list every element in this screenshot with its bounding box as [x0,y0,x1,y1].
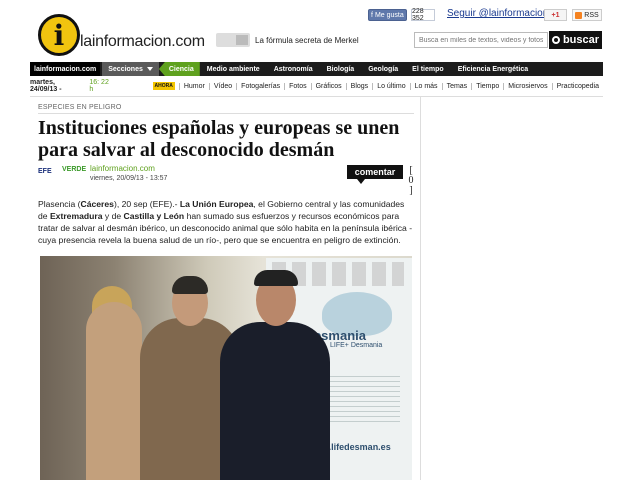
search-input[interactable] [414,32,548,48]
facebook-like-count: 228 352 [411,8,435,22]
nav-home[interactable]: lainformacion.com [30,62,101,76]
article-photo[interactable]: desmania LIFE+ Desmania www.lifedesman.e… [40,256,412,480]
sub-nav-item[interactable]: Temas [441,82,472,90]
body-bold: Extremadura [49,211,103,221]
site-logo-text[interactable]: lainformacion.com [80,33,205,51]
google-plus-button[interactable]: +1 [544,9,567,21]
sub-nav-item[interactable]: Fotos [284,82,311,90]
search-button-label: buscar [562,34,600,46]
sub-nav-item[interactable]: Lo último [372,82,409,90]
sub-nav-item[interactable]: Microsiervos [503,82,551,90]
person-man-center-hair [172,276,208,294]
search-button[interactable]: buscar [549,31,602,49]
kicker-divider [38,113,414,114]
header-divider [30,96,603,97]
sub-nav-item[interactable]: Blogs [345,82,373,90]
main-nav: lainformacion.com Secciones Ciencia Medi… [30,62,603,76]
rss-icon [575,11,583,19]
article-byline[interactable]: lainformacion.com [90,164,155,173]
sub-nav-item[interactable]: Lo más [409,82,442,90]
sub-nav-item[interactable]: Practicopedia [551,82,603,90]
efe-verde-label: VERDE [62,166,87,173]
facebook-icon: f [371,11,373,19]
rss-label: RSS [584,11,599,19]
nav-item[interactable]: Medio ambiente [200,66,267,73]
now-badge: AHORA [152,82,175,90]
nav-item[interactable]: Biología [320,66,362,73]
sub-nav-item[interactable]: Vídeo [208,82,236,90]
search-icon [551,36,560,44]
efe-logo: EFE [38,167,52,175]
article-kicker[interactable]: ESPECIES EN PELIGRO [38,104,122,111]
nav-item[interactable]: Geología [361,66,405,73]
person-man-right [220,322,330,480]
person-man-right-hair [254,270,298,286]
body-bold: Castilla y León [123,211,185,221]
nav-item[interactable]: Eficiencia Energética [451,66,535,73]
body-text: Plasencia ( [38,199,81,209]
google-plus-label: +1 [551,11,560,19]
sub-nav-item[interactable]: Tiempo [471,82,503,90]
rss-button[interactable]: RSS [572,9,602,21]
sub-nav-item[interactable]: Humor [178,82,209,90]
nav-item[interactable]: El tiempo [405,66,451,73]
current-time: 16: 22 h [89,79,109,93]
comment-count[interactable]: [ 0 ] [407,166,415,196]
column-divider [420,97,421,480]
body-text: y de [102,211,124,221]
body-text: ), 20 sep (EFE).- [113,199,180,209]
nav-sections-label: Secciones [108,65,143,73]
article-date: viernes, 20/09/13 - 13:57 [90,175,168,182]
article-headline: Instituciones españolas y europeas se un… [38,117,400,161]
nav-item-ciencia[interactable]: Ciencia [158,62,200,76]
promo-link[interactable]: La fórmula secreta de Merkel [255,36,359,45]
sub-nav-item[interactable]: Gráficos [310,82,346,90]
body-bold: Cáceres [80,199,114,209]
site-logo-icon[interactable]: i [38,14,80,56]
body-bold: La Unión Europea [179,199,254,209]
person-woman [86,302,142,480]
sub-nav: martes, 24/09/13 - 16: 22 h AHORA Humor … [30,79,603,93]
facebook-like-label: Me gusta [374,11,404,19]
comment-button[interactable]: comentar [347,165,403,184]
facebook-like-button[interactable]: f Me gusta [368,9,407,21]
chevron-down-icon [146,67,153,71]
article-body: Plasencia (Cáceres), 20 sep (EFE).- La U… [38,198,414,246]
twitter-follow-link[interactable]: Seguir @lainformacion [447,8,548,19]
banner-subtitle: LIFE+ Desmania [330,342,383,349]
promo-icon [216,33,250,47]
nav-item[interactable]: Astronomía [267,66,320,73]
nav-sections-dropdown[interactable]: Secciones [102,62,159,76]
sub-nav-item[interactable]: Fotogalerías [236,82,284,90]
current-date: martes, 24/09/13 - [30,79,62,93]
